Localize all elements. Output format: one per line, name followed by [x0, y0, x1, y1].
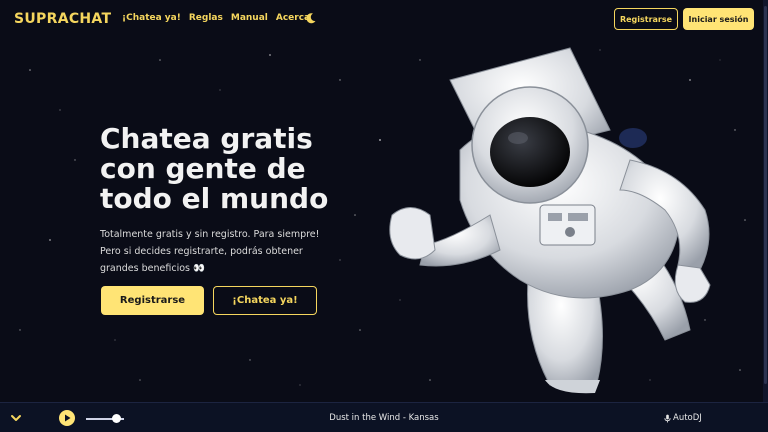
main-nav: ¡Chatea ya! Reglas Manual Acerca [122, 13, 310, 23]
source-indicator: AutoDJ [664, 413, 702, 423]
now-playing-track: Dust in the Wind - Kansas [329, 413, 439, 423]
nav-item-chatea[interactable]: ¡Chatea ya! [122, 13, 181, 23]
hero-description: Totalmente gratis y sin registro. Para s… [100, 226, 330, 277]
source-label: AutoDJ [673, 413, 702, 423]
moon-icon[interactable] [305, 12, 317, 24]
hero-title-line: Chatea gratis [100, 122, 313, 155]
scrollbar-thumb[interactable] [764, 6, 767, 384]
radio-player-bar: Dust in the Wind - Kansas AutoDJ [0, 402, 768, 432]
hero-chat-button[interactable]: ¡Chatea ya! [213, 286, 317, 315]
astronaut-illustration [389, 47, 711, 394]
hero-title-line: todo el mundo [100, 182, 329, 215]
hero-title: Chatea gratis con gente de todo el mundo [100, 124, 380, 214]
hero-title-line: con gente de [100, 152, 306, 185]
register-button[interactable]: Registrarse [614, 8, 678, 30]
top-navbar: SUPRACHAT ¡Chatea ya! Reglas Manual Acer… [0, 0, 768, 40]
microphone-icon [664, 414, 671, 422]
hero-description-line: Pero si decides registrarte, podrás obte… [100, 246, 303, 257]
hero-description-line: grandes beneficios 👀 [100, 263, 205, 274]
hero-description-line: Totalmente gratis y sin registro. Para s… [100, 229, 320, 240]
login-button[interactable]: Iniciar sesión [683, 8, 754, 30]
hero-register-button[interactable]: Registrarse [101, 286, 204, 315]
nav-item-reglas[interactable]: Reglas [189, 13, 223, 23]
nav-item-manual[interactable]: Manual [231, 13, 268, 23]
brand-logo[interactable]: SUPRACHAT [14, 11, 111, 27]
